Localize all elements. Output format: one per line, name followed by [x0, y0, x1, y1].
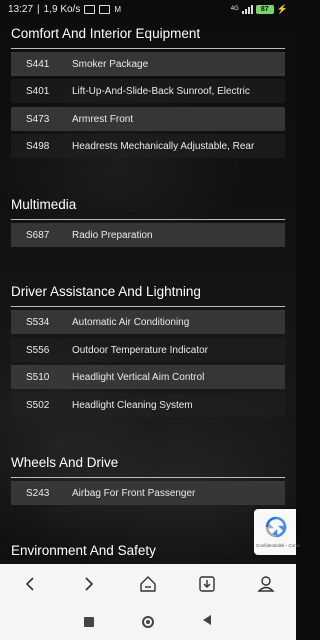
forward-icon[interactable] — [77, 572, 101, 596]
status-bar: 13:27 | 1,9 Ko/s M 4G 87 ⚡ — [0, 0, 296, 18]
option-description: Airbag For Front Passenger — [72, 487, 196, 499]
option-description: Armrest Front — [72, 113, 134, 125]
download-icon[interactable] — [195, 572, 219, 596]
status-time: 13:27 — [8, 3, 34, 15]
option-code: S502 — [26, 399, 50, 411]
gallery-icon — [99, 4, 111, 14]
home-circle-icon[interactable] — [142, 616, 154, 628]
section-title-environment: Environment And Safety — [11, 543, 156, 558]
option-code: S243 — [26, 487, 50, 499]
option-row: S243 Airbag For Front Passenger — [11, 481, 285, 505]
option-code: S687 — [26, 229, 50, 241]
battery-level: 87 — [260, 5, 269, 13]
status-separator: | — [37, 3, 40, 15]
option-row: S687 Radio Preparation — [11, 223, 285, 247]
option-description: Radio Preparation — [72, 229, 153, 241]
system-nav-bar — [0, 604, 296, 640]
option-code: S441 — [26, 58, 50, 70]
back-triangle-icon[interactable] — [202, 613, 212, 631]
network-type: 4G — [230, 6, 239, 12]
option-description: Automatic Air Conditioning — [72, 316, 190, 328]
option-row: S510 Headlight Vertical Aim Control — [11, 365, 285, 389]
battery-icon: 87 — [255, 4, 274, 14]
section-divider — [11, 306, 285, 307]
charging-icon: ⚡ — [276, 3, 288, 14]
option-description: Headrests Mechanically Adjustable, Rear — [72, 140, 255, 152]
section-divider — [11, 48, 285, 49]
option-code: S556 — [26, 344, 50, 356]
option-description: Headlight Cleaning System — [72, 399, 193, 411]
back-icon[interactable] — [18, 572, 42, 596]
section-title-comfort: Comfort And Interior Equipment — [11, 26, 201, 41]
option-code: S473 — [26, 113, 50, 125]
option-row: S473 Armrest Front — [11, 107, 285, 131]
mi-icon: M — [114, 4, 122, 14]
youtube-icon — [84, 4, 96, 14]
option-code: S534 — [26, 316, 50, 328]
section-divider — [11, 219, 285, 220]
browser-toolbar — [0, 564, 296, 604]
recaptcha-text: Confidentialité - Condi — [256, 543, 301, 548]
option-code: S498 — [26, 140, 50, 152]
recaptcha-badge[interactable]: Confidentialité - Condi — [254, 509, 300, 555]
recents-icon[interactable] — [84, 617, 94, 627]
section-title-multimedia: Multimedia — [11, 197, 77, 212]
recaptcha-icon — [265, 516, 287, 538]
home-icon[interactable] — [136, 572, 160, 596]
option-code: S510 — [26, 371, 50, 383]
option-row: S502 Headlight Cleaning System — [11, 393, 285, 417]
profile-icon[interactable] — [254, 572, 278, 596]
option-row: S441 Smoker Package — [11, 52, 285, 76]
option-row: S498 Headrests Mechanically Adjustable, … — [11, 134, 285, 158]
option-row: S556 Outdoor Temperature Indicator — [11, 338, 285, 362]
option-description: Lift-Up-And-Slide-Back Sunroof, Electric — [72, 85, 250, 97]
option-description: Headlight Vertical Aim Control — [72, 371, 205, 383]
section-title-wheels: Wheels And Drive — [11, 455, 119, 470]
signal-icon — [241, 4, 253, 14]
option-description: Outdoor Temperature Indicator — [72, 344, 209, 356]
section-divider — [11, 477, 285, 478]
section-title-driver-assistance: Driver Assistance And Lightning — [11, 284, 201, 299]
option-code: S401 — [26, 85, 50, 97]
option-row: S401 Lift-Up-And-Slide-Back Sunroof, Ele… — [11, 79, 285, 103]
option-description: Smoker Package — [72, 58, 149, 70]
status-speed: 1,9 Ko/s — [43, 3, 81, 15]
option-row: S534 Automatic Air Conditioning — [11, 310, 285, 334]
